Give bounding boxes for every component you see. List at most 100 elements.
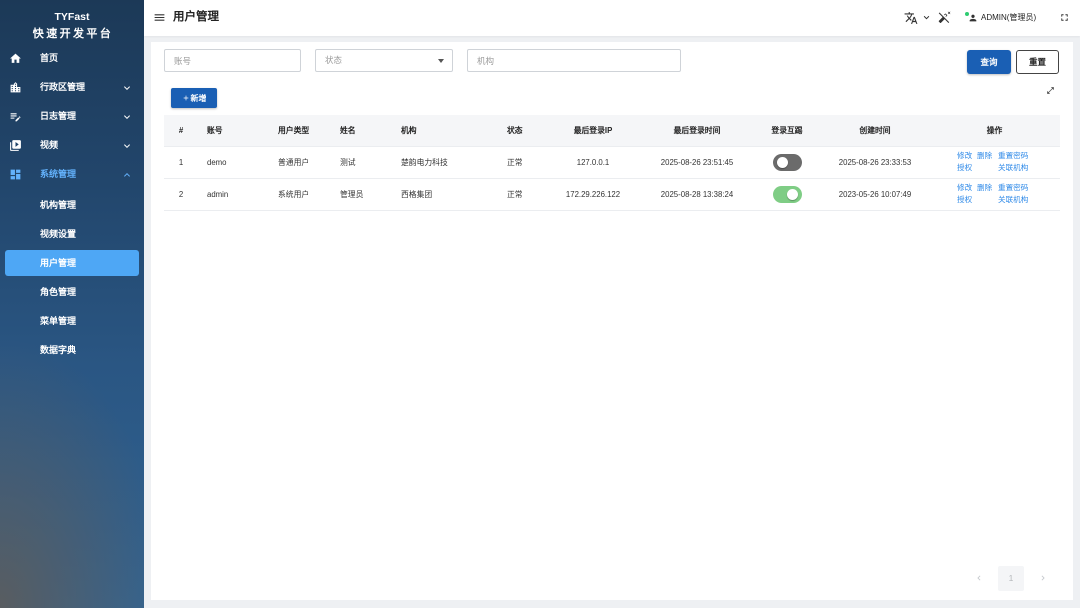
edit-link[interactable]: 修改: [957, 150, 977, 162]
status-cell: 正常: [499, 146, 545, 179]
account-cell: admin: [198, 178, 270, 211]
user-table: # 账号 用户类型 姓名 机构 状态 最后登录IP 最后登录时间 登录互踢 创建…: [164, 115, 1060, 211]
sidebar-menu: 首页 行政区管理 日志管理 视频 系统管理 机构管理 视频设置 用户管理 角色管…: [0, 44, 144, 363]
link-organization-link[interactable]: 关联机构: [998, 194, 1038, 206]
sidebar-item-menus[interactable]: 菜单管理: [0, 305, 144, 334]
status-select[interactable]: 状态: [315, 49, 453, 72]
column-header: 姓名: [332, 115, 393, 147]
sidebar-item-label: 首页: [40, 53, 59, 63]
add-user-label: 新增: [190, 93, 207, 103]
table-row: 2 admin 系统用户 管理员 西格集团 正常 172.29.226.122 …: [164, 178, 1060, 211]
row-index: 2: [164, 178, 198, 211]
actions-cell: 修改 删除 重置密码 授权 关联机构: [929, 178, 1060, 211]
menu-icon[interactable]: [153, 11, 166, 24]
chevron-down-icon: [124, 115, 130, 119]
edit-note-icon: [10, 113, 21, 122]
sidebar-item-label: 系统管理: [40, 169, 77, 179]
sidebar-item-label: 机构管理: [40, 200, 77, 210]
login-kick-toggle[interactable]: [772, 185, 802, 203]
delete-link[interactable]: 删除: [977, 150, 998, 162]
video-icon: [10, 140, 21, 151]
account-icon: [969, 14, 977, 22]
login-kick-toggle[interactable]: [772, 153, 802, 171]
top-bar: 用户管理 ADMIN(管理员): [144, 0, 1080, 36]
authorize-link[interactable]: 授权: [957, 194, 977, 206]
account-search-input[interactable]: [164, 49, 301, 72]
auto-fix-off-icon[interactable]: [938, 11, 951, 24]
chevron-down-icon: [124, 144, 130, 148]
chevron-right-icon[interactable]: [1038, 573, 1048, 583]
column-header: 登录互踢: [753, 115, 821, 147]
last-login-time-cell: 2025-08-26 23:51:45: [641, 146, 753, 179]
last-login-time-cell: 2025-08-28 13:38:24: [641, 178, 753, 211]
user-menu[interactable]: ADMIN(管理员): [964, 9, 1052, 27]
organization-search-input[interactable]: [467, 49, 681, 72]
sidebar-item-label: 视频: [40, 140, 59, 150]
column-header: 操作: [929, 115, 1060, 147]
translate-icon[interactable]: [904, 11, 918, 25]
last-login-ip-cell: 127.0.0.1: [545, 146, 641, 179]
sidebar-item-logs[interactable]: 日志管理: [0, 102, 144, 131]
sidebar-item-label: 菜单管理: [40, 316, 77, 326]
created-at-cell: 2025-08-26 23:33:53: [821, 146, 929, 179]
column-header: 最后登录时间: [641, 115, 753, 147]
chevron-left-icon[interactable]: [974, 573, 984, 583]
chevron-down-icon[interactable]: [921, 12, 932, 23]
row-actions: 修改 删除 重置密码 授权 关联机构: [957, 150, 1060, 174]
chevron-up-icon: [124, 173, 130, 177]
sidebar-item-dictionary[interactable]: 数据字典: [0, 334, 144, 363]
table-row: 1 demo 普通用户 测试 楚韵电力科技 正常 127.0.0.1 2025-…: [164, 146, 1060, 179]
sidebar-item-organizations[interactable]: 机构管理: [0, 189, 144, 218]
sidebar-item-users[interactable]: 用户管理: [0, 247, 144, 276]
column-header: 创建时间: [821, 115, 929, 147]
sidebar-item-label: 日志管理: [40, 111, 77, 121]
sidebar-item-system[interactable]: 系统管理: [0, 160, 144, 189]
login-kick-cell: [753, 146, 821, 179]
sidebar-item-region[interactable]: 行政区管理: [0, 73, 144, 102]
created-at-cell: 2023-05-26 10:07:49: [821, 178, 929, 211]
row-actions: 修改 删除 重置密码 授权 关联机构: [957, 182, 1060, 206]
sidebar-item-label: 行政区管理: [40, 82, 86, 92]
delete-link[interactable]: 删除: [977, 182, 998, 194]
table-header-row: # 账号 用户类型 姓名 机构 状态 最后登录IP 最后登录时间 登录互踢 创建…: [164, 115, 1060, 147]
reset-password-link[interactable]: 重置密码: [998, 150, 1038, 162]
sidebar-item-video[interactable]: 视频: [0, 131, 144, 160]
buildings-icon: [10, 82, 21, 93]
query-button[interactable]: 查询: [967, 50, 1011, 74]
sidebar-item-label: 用户管理: [40, 258, 77, 268]
home-icon: [10, 53, 21, 63]
authorize-link[interactable]: 授权: [957, 162, 977, 174]
column-header: #: [164, 115, 198, 147]
column-header: 用户类型: [270, 115, 332, 147]
expand-icon[interactable]: [1046, 86, 1055, 95]
reset-button[interactable]: 重置: [1016, 50, 1059, 74]
column-header: 账号: [198, 115, 270, 147]
fullscreen-icon[interactable]: [1059, 12, 1070, 23]
status-cell: 正常: [499, 178, 545, 211]
column-header: 状态: [499, 115, 545, 147]
sidebar-item-label: 角色管理: [40, 287, 77, 297]
user-type-cell: 系统用户: [270, 178, 332, 211]
organization-cell: 西格集团: [393, 178, 499, 211]
add-user-button[interactable]: 新增: [171, 88, 217, 108]
toggle-knob: [786, 188, 798, 200]
user-name: ADMIN(管理员): [981, 13, 1037, 22]
dropdown-arrow-icon: [438, 59, 444, 63]
reset-password-link[interactable]: 重置密码: [998, 182, 1038, 194]
row-index: 1: [164, 146, 198, 179]
sidebar-item-roles[interactable]: 角色管理: [0, 276, 144, 305]
page-title: 用户管理: [173, 11, 219, 23]
name-cell: 管理员: [332, 178, 393, 211]
sidebar-item-video-settings[interactable]: 视频设置: [0, 218, 144, 247]
login-kick-cell: [753, 178, 821, 211]
column-header: 最后登录IP: [545, 115, 641, 147]
account-cell: demo: [198, 146, 270, 179]
sidebar-item-label: 数据字典: [40, 345, 77, 355]
pagination-page[interactable]: 1: [998, 566, 1024, 591]
link-organization-link[interactable]: 关联机构: [998, 162, 1038, 174]
brand-subtitle: 快速开发平台: [32, 28, 114, 40]
edit-link[interactable]: 修改: [957, 182, 977, 194]
dashboard-icon: [10, 169, 21, 180]
sidebar-item-home[interactable]: 首页: [0, 44, 144, 73]
sidebar-item-label: 视频设置: [40, 229, 77, 239]
